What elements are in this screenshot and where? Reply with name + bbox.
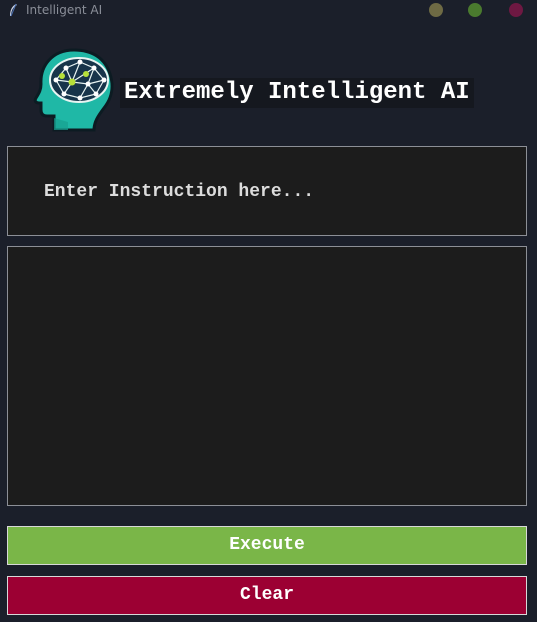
clear-button[interactable]: Clear (7, 576, 527, 615)
close-button[interactable] (509, 3, 523, 17)
app-window: Intelligent AI Extremely Intelligent AI (0, 0, 537, 622)
feather-icon (10, 3, 17, 17)
maximize-button[interactable] (468, 3, 482, 17)
instruction-input[interactable] (44, 177, 504, 207)
window-title: Intelligent AI (26, 3, 103, 17)
app-title: Extremely Intelligent AI (120, 78, 474, 108)
brain-network-head-icon (33, 48, 114, 132)
output-textarea[interactable] (7, 246, 527, 506)
instruction-box[interactable] (7, 146, 527, 236)
minimize-button[interactable] (429, 3, 443, 17)
title-bar: Intelligent AI (0, 0, 537, 22)
execute-button[interactable]: Execute (7, 526, 527, 565)
